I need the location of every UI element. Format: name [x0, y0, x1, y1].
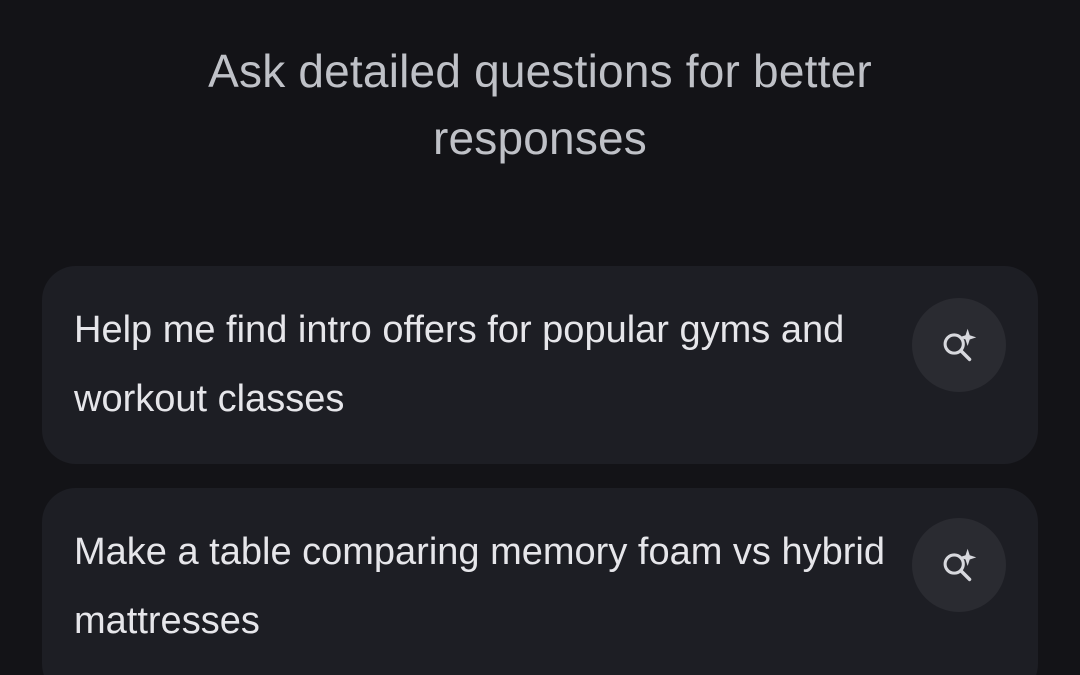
- search-sparkle-icon: [943, 328, 977, 362]
- suggestion-text: Help me find intro offers for popular gy…: [74, 309, 845, 420]
- search-sparkle-button[interactable]: [912, 298, 1006, 392]
- prompt-suggestions-screen: Ask detailed questions for better respon…: [0, 0, 1080, 675]
- search-sparkle-icon: [943, 548, 977, 582]
- suggestion-card[interactable]: Help me find intro offers for popular gy…: [42, 266, 1038, 464]
- suggestion-card[interactable]: Make a table comparing memory foam vs hy…: [42, 488, 1038, 675]
- search-sparkle-button[interactable]: [912, 518, 1006, 612]
- page-title: Ask detailed questions for better respon…: [208, 45, 872, 164]
- suggestion-text: Make a table comparing memory foam vs hy…: [74, 531, 885, 642]
